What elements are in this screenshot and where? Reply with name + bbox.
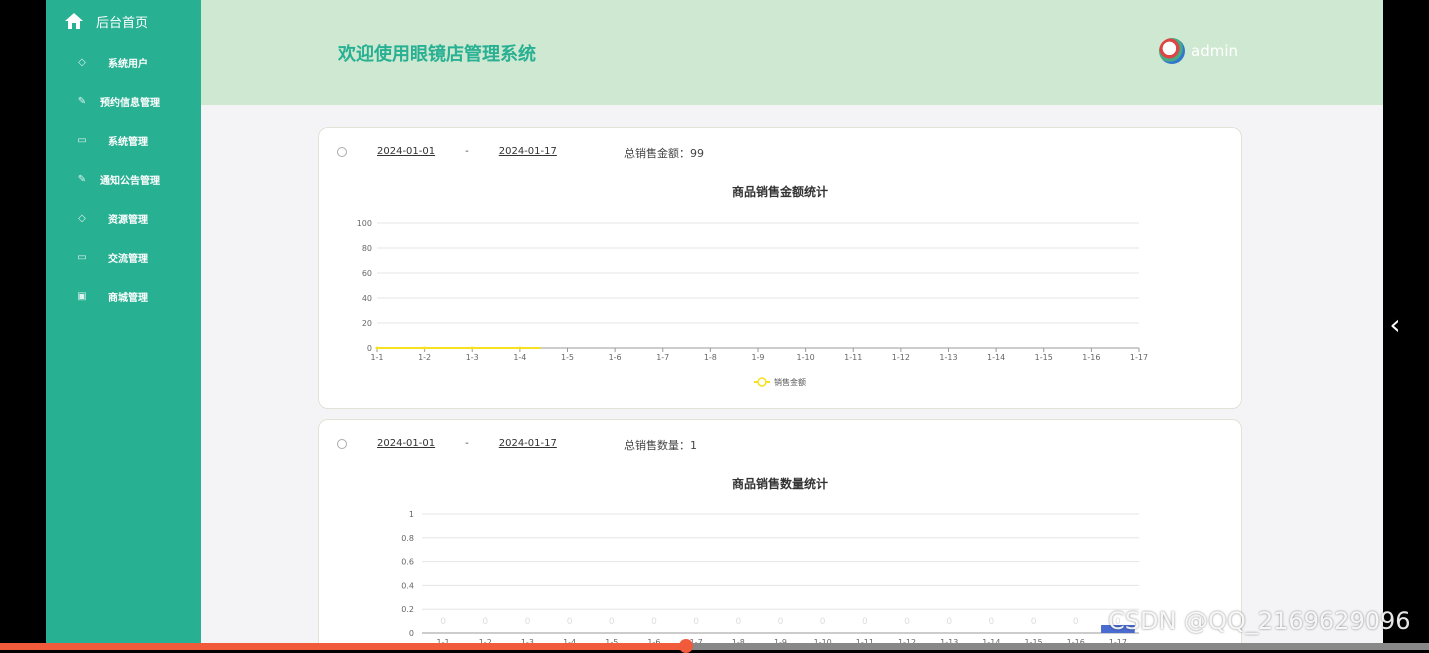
y-tick-label: 0.2 (401, 605, 414, 614)
video-progress-bar[interactable] (0, 639, 1429, 653)
chart-icon: ▭ (77, 134, 87, 146)
diamond-icon: ◇ (78, 212, 86, 224)
sidebar-item-5[interactable]: ▭ 交流管理 (76, 247, 148, 267)
y-tick-label: 1 (409, 510, 414, 519)
data-label: 0 (693, 617, 699, 627)
data-point (375, 346, 379, 350)
sidebar-item-label: 通知公告管理 (100, 175, 160, 187)
avatar (1159, 38, 1185, 64)
data-point (470, 346, 474, 350)
data-point (423, 346, 427, 350)
x-tick-label: 1-8 (704, 353, 717, 362)
data-label: 0 (735, 617, 741, 627)
edit-icon: ✎ (77, 173, 87, 185)
sidebar-item-label: 系统管理 (108, 136, 148, 148)
data-label: 0 (904, 617, 910, 627)
y-tick-label: 0 (409, 629, 414, 638)
data-label: 0 (946, 617, 952, 627)
sidebar-item-3[interactable]: ✎ 通知公告管理 (76, 169, 160, 189)
sidebar-item-label: 商城管理 (108, 292, 148, 304)
user-menu[interactable]: admin (1159, 38, 1238, 64)
x-tick-label: 1-17 (1130, 353, 1148, 362)
x-tick-label: 1-4 (513, 353, 526, 362)
y-tick-label: 0.4 (401, 581, 414, 590)
x-tick-label: 1-15 (1035, 353, 1053, 362)
data-label: 0 (820, 617, 826, 627)
x-tick-label: 1-16 (1082, 353, 1100, 362)
chat-icon: ▭ (77, 251, 87, 263)
data-label: 0 (525, 617, 531, 627)
x-tick-label: 1-2 (418, 353, 431, 362)
y-tick-label: 20 (362, 319, 372, 328)
data-label: 0 (609, 617, 615, 627)
sidebar-item-6[interactable]: ▣ 商城管理 (76, 286, 148, 306)
app-window: 后台首页 ◇ 系统用户 ✎ 预约信息管理 ▭ 系统管理 ✎ 通知公告管理 ◇ 资源管理 ▭ 交流管理 ▣… (46, 0, 1383, 650)
x-tick-label: 1-14 (987, 353, 1005, 362)
y-tick-label: 60 (362, 269, 372, 278)
edit-icon: ✎ (77, 95, 87, 107)
sales-amount-chart: 0 20 40 60 80 100 1-1 1-2 1-3 1-4 1-5 1-6 1-7 1-8 1-9 1… (357, 219, 1148, 387)
sidebar-item-4[interactable]: ◇ 资源管理 (76, 208, 148, 228)
sidebar-item-label: 预约信息管理 (100, 97, 160, 109)
data-label: 0 (778, 617, 784, 627)
data-label: 0 (482, 617, 488, 627)
data-label: 0 (567, 617, 573, 627)
x-tick-label: 1-12 (892, 353, 910, 362)
data-point (518, 346, 522, 350)
data-label: 0 (1073, 617, 1079, 627)
data-label: 0 (651, 617, 657, 627)
data-label: 0 (1031, 617, 1037, 627)
sidebar-item-label: 后台首页 (96, 15, 149, 31)
y-tick-label: 0 (367, 344, 372, 353)
sales-quantity-chart: 00.20.40.60.8101-101-201-301-401-501-601… (401, 510, 1139, 647)
sidebar: 后台首页 ◇ 系统用户 ✎ 预约信息管理 ▭ 系统管理 ✎ 通知公告管理 ◇ 资源管理 ▭ 交流管理 ▣… (46, 0, 201, 650)
sidebar-item-home[interactable]: 后台首页 (64, 10, 148, 32)
watermark: CSDN @QQ_2169629096 (1108, 607, 1411, 635)
x-tick-label: 1-3 (466, 353, 479, 362)
page-title: 欢迎使用眼镜店管理系统 (338, 44, 536, 65)
y-tick-label: 40 (362, 294, 372, 303)
sidebar-item-1[interactable]: ✎ 预约信息管理 (76, 91, 160, 111)
x-tick-label: 1-10 (797, 353, 815, 362)
chevron-left-icon[interactable]: ‹ (1383, 308, 1407, 342)
x-tick-label: 1-5 (561, 353, 574, 362)
data-label: 0 (989, 617, 995, 627)
sidebar-item-label: 系统用户 (108, 58, 148, 70)
y-tick-label: 0.8 (401, 534, 414, 543)
shop-icon: ▣ (77, 290, 87, 302)
x-tick-label: 1-7 (656, 353, 669, 362)
data-label: 0 (862, 617, 868, 627)
x-tick-label: 1-9 (751, 353, 764, 362)
x-tick-label: 1-11 (844, 353, 862, 362)
legend-label: 销售金额 (774, 377, 806, 387)
progress-handle[interactable] (678, 639, 693, 653)
x-tick-label: 1-6 (609, 353, 622, 362)
sidebar-item-0[interactable]: ◇ 系统用户 (76, 52, 148, 72)
x-tick-label: 1-1 (370, 353, 383, 362)
y-tick-label: 100 (357, 219, 372, 228)
home-icon (65, 13, 83, 29)
data-label: 0 (440, 617, 446, 627)
header: 欢迎使用眼镜店管理系统 admin (201, 0, 1383, 105)
y-tick-label: 0.6 (401, 558, 414, 567)
sales-amount-card: 2024-01-01 - 2024-01-17 总销售金额：99 商品销售金额统… (318, 127, 1242, 409)
sidebar-item-label: 资源管理 (108, 214, 148, 226)
username: admin (1191, 42, 1238, 60)
sidebar-item-2[interactable]: ▭ 系统管理 (76, 130, 148, 150)
diamond-icon: ◇ (78, 56, 86, 68)
sales-quantity-card: 2024-01-01 - 2024-01-17 总销售数量：1 商品销售数量统计… (318, 419, 1242, 650)
x-tick-label: 1-13 (939, 353, 957, 362)
y-tick-label: 80 (362, 244, 372, 253)
progress-fill (0, 643, 686, 650)
legend-marker (757, 377, 767, 387)
sidebar-item-label: 交流管理 (108, 253, 148, 265)
